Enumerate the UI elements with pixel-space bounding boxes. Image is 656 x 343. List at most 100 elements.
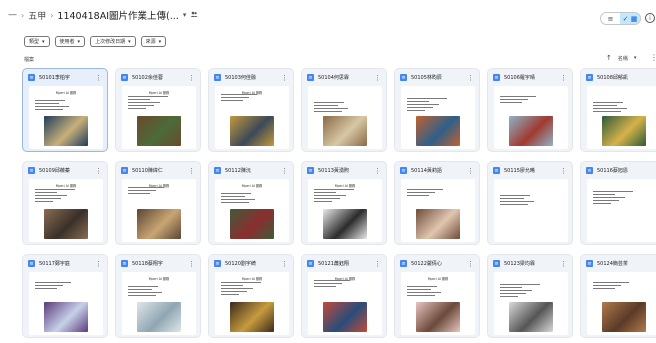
document-thumbnail: Mperi AI 服務	[122, 179, 196, 242]
more-actions-icon[interactable]: ⋮	[95, 167, 102, 175]
thumbnail-text-line	[593, 200, 619, 202]
file-card[interactable]: ≡ 50103何佳融 ⋮ Mperi AI 服務	[208, 68, 294, 152]
filter-chip[interactable]: 來源 ▾	[140, 36, 167, 47]
top-bar: — › 五甲 › 1140418AI圖片作業上傳(... ▾ ≡ ✓ ▦ i	[0, 0, 656, 30]
info-icon[interactable]: i	[645, 13, 655, 23]
file-card[interactable]: ≡ 50114黃莉語 ⋮	[394, 161, 480, 245]
thumbnail-text-line	[221, 199, 255, 201]
thumbnail-text-line	[407, 189, 443, 191]
file-card[interactable]: ≡ 50120劉宇綺 ⋮ Mperi AI 服務	[208, 254, 294, 338]
docs-file-icon: ≡	[586, 167, 593, 174]
file-card[interactable]: ≡ 50109邱薇蓁 ⋮ Mperi AI 服務	[22, 161, 108, 245]
file-card[interactable]: ≡ 50118蔡翔宇 ⋮ Mperi AI 服務	[115, 254, 201, 338]
more-actions-icon[interactable]: ⋮	[188, 74, 195, 82]
thumbnail-text-line	[593, 197, 625, 199]
file-card[interactable]: ≡ 50122嚴倩心 ⋮ Mperi AI 服務	[394, 254, 480, 338]
file-card[interactable]: ≡50116蔡旭恩⋮	[580, 161, 656, 245]
more-actions-icon[interactable]: ⋮	[281, 167, 288, 175]
more-actions-icon[interactable]: ⋮	[560, 260, 567, 268]
chevron-down-icon: ▾	[42, 38, 45, 45]
more-actions-icon[interactable]: ⋮	[281, 74, 288, 82]
file-card[interactable]: ≡ 50112陳沅 ⋮ Mperi AI 服務	[208, 161, 294, 245]
breadcrumb-current-folder[interactable]: 1140418AI圖片作業上傳(...	[57, 8, 178, 22]
docs-file-icon: ≡	[400, 74, 407, 81]
list-view-icon[interactable]: ≡	[601, 13, 620, 24]
file-name: 50115廖允晞	[504, 168, 535, 174]
thumbnail-image	[416, 116, 460, 146]
file-card[interactable]: ≡ 50113黃湧煦 ⋮ Mperi AI 服務	[301, 161, 387, 245]
file-card[interactable]: ≡ 50101李柏宇 ⋮ Mperi AI 服務	[22, 68, 108, 152]
more-actions-icon[interactable]: ⋮	[374, 167, 381, 175]
more-actions-icon[interactable]: ⋮	[188, 260, 195, 268]
file-card[interactable]: ≡ 50115廖允晞 ⋮	[487, 161, 573, 245]
chevron-down-icon[interactable]: ▾	[634, 55, 637, 61]
more-actions-icon[interactable]: ⋮	[560, 74, 567, 82]
filter-chip[interactable]: 類型 ▾	[24, 36, 50, 47]
document-thumbnail: Mperi AI 服務	[122, 272, 196, 335]
file-name: 50113黃湧煦	[318, 168, 349, 174]
file-card[interactable]: ≡50124簡芸茶⋮	[580, 254, 656, 338]
file-name: 50116蔡旭恩	[597, 168, 628, 174]
more-actions-icon[interactable]: ⋮	[374, 74, 381, 82]
thumbnail-text-line	[35, 106, 69, 108]
thumbnail-image	[230, 302, 274, 332]
more-actions-icon[interactable]: ⋮	[281, 260, 288, 268]
file-card[interactable]: ≡ 50106羅宇晴 ⋮	[487, 68, 573, 152]
file-card[interactable]: ≡ 50104何思霖 ⋮	[301, 68, 387, 152]
breadcrumb-parent[interactable]: 五甲	[28, 9, 46, 22]
filter-chip[interactable]: 使用者 ▾	[54, 36, 86, 47]
thumbnail-text-line	[35, 100, 65, 102]
thumbnail-text-line	[314, 108, 348, 110]
thumbnail-text-line	[407, 98, 447, 100]
file-card[interactable]: ≡ 50117鄭宇庭 ⋮	[22, 254, 108, 338]
thumbnail-text-line	[221, 294, 239, 296]
thumbnail-text-line	[407, 101, 429, 103]
sort-label[interactable]: 名稱	[618, 55, 628, 62]
more-actions-icon[interactable]: ⋮	[188, 167, 195, 175]
thumbnail-text-line	[500, 290, 532, 292]
document-thumbnail	[587, 86, 656, 149]
file-card[interactable]: ≡ 50102余佳蓉 ⋮ Mperi AI 服務	[115, 68, 201, 152]
thumbnail-image	[416, 209, 460, 239]
file-card[interactable]: ≡ 50110陳緯仁 ⋮ Mperi AI 服務	[115, 161, 201, 245]
more-actions-icon[interactable]: ⋮	[560, 167, 567, 175]
filter-chip[interactable]: 上次修改日期 ▾	[90, 36, 136, 47]
file-card-header: ≡ 50112陳沅 ⋮	[209, 162, 293, 179]
thumbnail-image	[323, 116, 367, 146]
breadcrumb: — › 五甲 › 1140418AI圖片作業上傳(... ▾	[8, 8, 198, 22]
file-card[interactable]: ≡ 50105林昀辰 ⋮	[394, 68, 480, 152]
thumbnail-text-line	[128, 295, 156, 297]
docs-file-icon: ≡	[214, 167, 221, 174]
file-card[interactable]: ≡ 50123梁均霖 ⋮	[487, 254, 573, 338]
grid-view-icon[interactable]: ✓ ▦	[620, 13, 640, 24]
filter-chip-label: 類型	[29, 39, 40, 45]
more-actions-icon[interactable]: ⋮	[467, 167, 474, 175]
thumbnail-image	[602, 116, 646, 146]
nav-dash[interactable]: —	[8, 10, 17, 20]
file-card[interactable]: ≡50108邱郁凱⋮	[580, 68, 656, 152]
file-card-header: ≡50124簡芸茶⋮	[581, 255, 656, 272]
thumbnail-image	[230, 209, 274, 239]
more-actions-icon[interactable]: ⋮	[95, 260, 102, 268]
file-name: 50103何佳融	[225, 75, 256, 81]
more-actions-icon[interactable]: ⋮	[374, 260, 381, 268]
docs-file-icon: ≡	[400, 260, 407, 267]
thumbnail-image	[44, 302, 88, 332]
thumbnail-text-line	[593, 194, 615, 196]
more-actions-icon[interactable]: ⋮	[467, 74, 474, 82]
more-options-icon[interactable]: ⋮	[650, 53, 656, 62]
sort-arrow-icon[interactable]: ↑	[606, 54, 612, 62]
thumbnail-text-line	[221, 97, 249, 99]
thumbnail-text-line	[500, 293, 526, 295]
thumbnail-text-line	[221, 285, 243, 287]
view-toggle[interactable]: ≡ ✓ ▦	[600, 12, 641, 25]
chevron-down-icon[interactable]: ▾	[183, 11, 187, 19]
more-actions-icon[interactable]: ⋮	[95, 74, 102, 82]
sort-control[interactable]: ↑ 名稱 ▾	[606, 54, 636, 62]
thumbnail-text-line	[314, 105, 338, 107]
thumbnail-text-line	[35, 103, 59, 105]
docs-file-icon: ≡	[586, 74, 593, 81]
people-icon[interactable]	[190, 11, 198, 19]
more-actions-icon[interactable]: ⋮	[467, 260, 474, 268]
file-card[interactable]: ≡ 50121蕭鈺翔 ⋮ Mperi AI 服務	[301, 254, 387, 338]
